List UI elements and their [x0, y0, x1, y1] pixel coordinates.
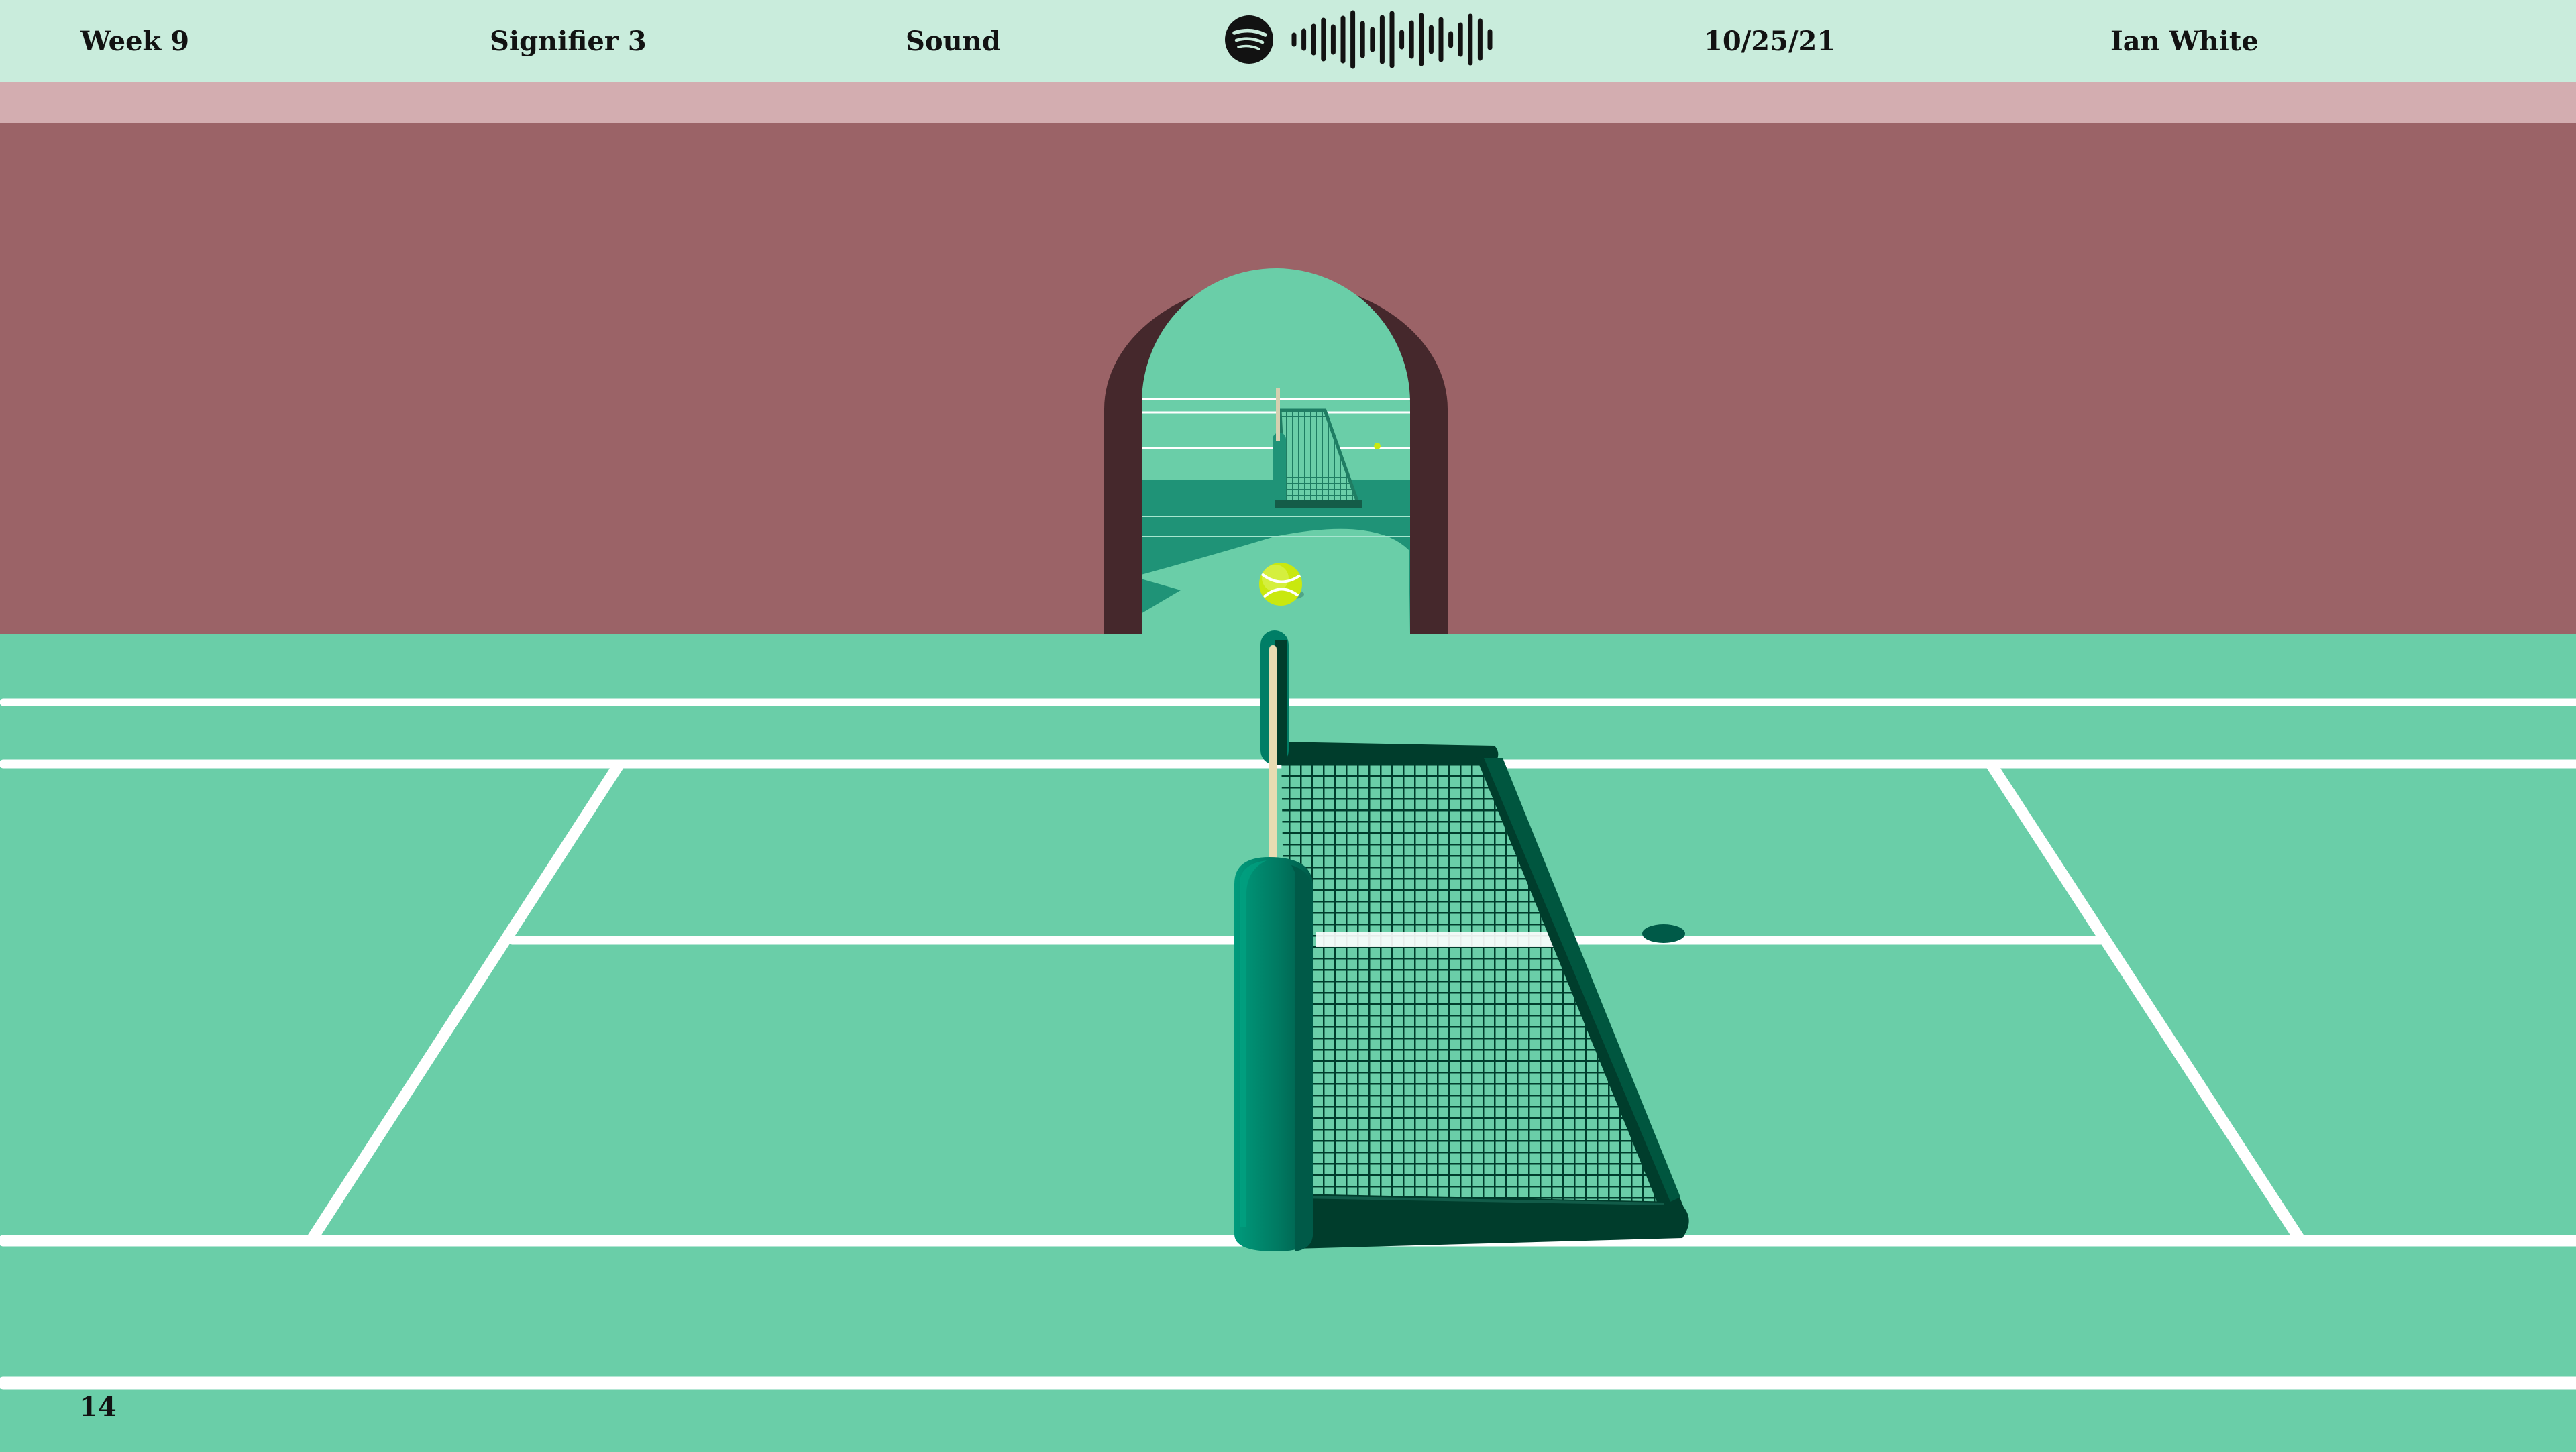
week-label: Week 9 — [80, 25, 190, 57]
ball-shadow — [1642, 924, 1685, 943]
wall-top-band — [0, 82, 2576, 123]
distant-net-post — [1273, 433, 1286, 508]
signifier-label: Signifier 3 — [490, 25, 647, 57]
tennis-court-illustration — [0, 0, 2576, 1449]
page-number: 14 — [79, 1392, 117, 1423]
topic-label: Sound — [906, 25, 1001, 57]
spotify-logo-icon — [1225, 15, 1273, 64]
net-post-near — [1234, 857, 1313, 1251]
date-label: 10/25/21 — [1704, 25, 1836, 57]
distant-ball-icon — [1374, 443, 1381, 449]
author-label: Ian White — [2110, 25, 2259, 57]
slide: Week 9 Signifier 3 Sound 10/25/21 Ian Wh… — [0, 0, 2576, 1449]
